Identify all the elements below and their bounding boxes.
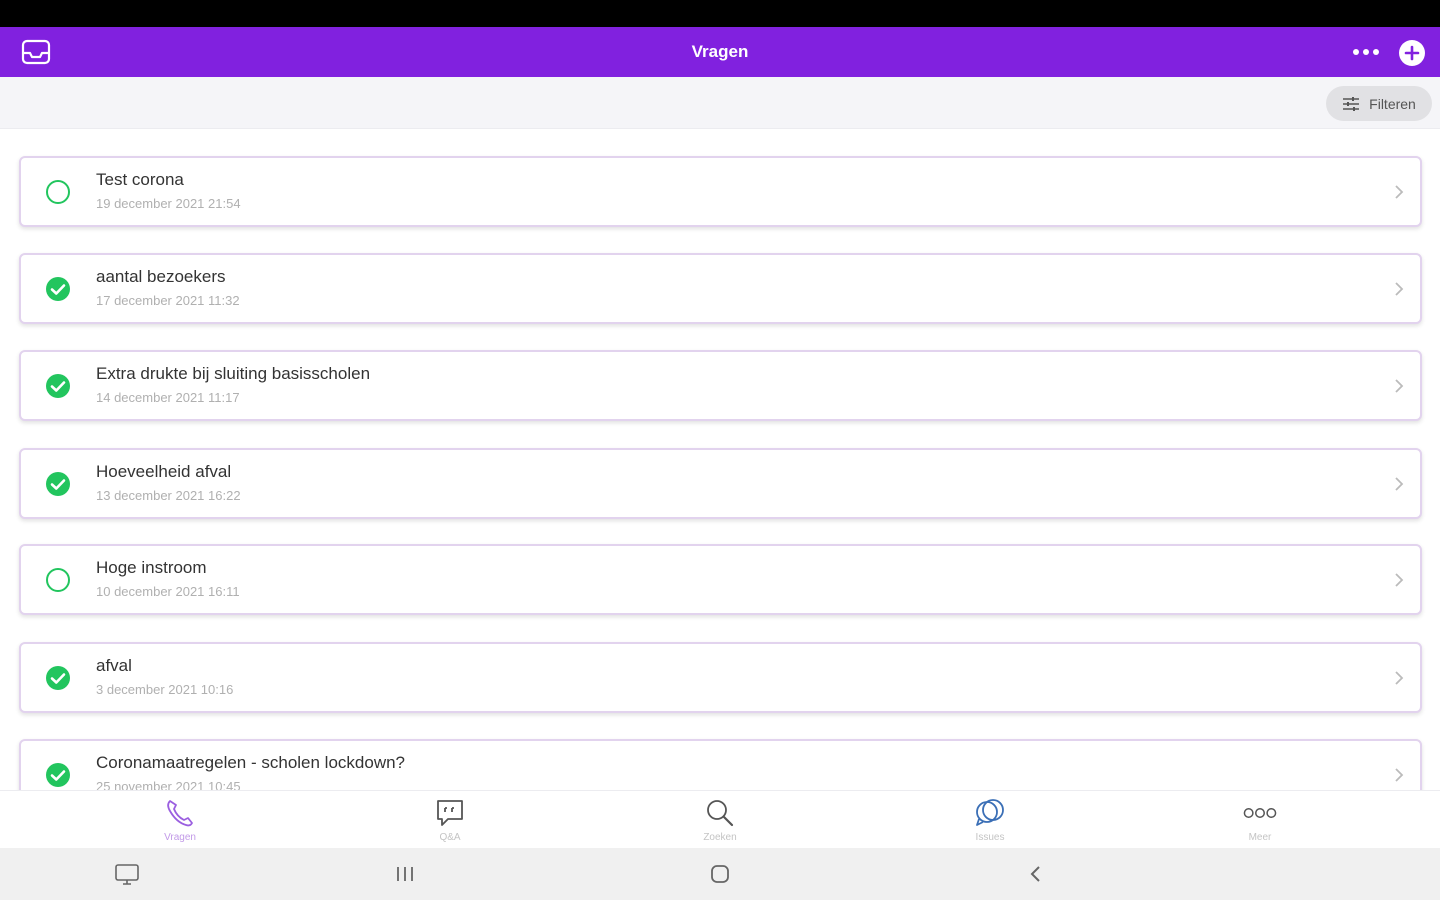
item-title: Extra drukte bij sluiting basisscholen bbox=[96, 364, 371, 383]
list-item[interactable]: Coronamaatregelen - scholen lockdown? 25… bbox=[19, 739, 1422, 790]
status-answered-icon bbox=[45, 762, 71, 788]
item-title: afval bbox=[96, 656, 132, 675]
bottom-tab-bar: Vragen Q&A Zoeken Issues Meer bbox=[0, 790, 1440, 848]
filter-label: Filteren bbox=[1369, 95, 1416, 112]
add-question-button[interactable] bbox=[1398, 39, 1426, 67]
status-answered-icon bbox=[45, 471, 71, 497]
tab-label: Meer bbox=[1248, 832, 1272, 843]
list-item[interactable]: Test corona 19 december 2021 21:54 bbox=[19, 156, 1422, 227]
tab-zoeken[interactable]: Zoeken bbox=[620, 791, 820, 849]
device-status-bar bbox=[0, 0, 1440, 27]
chevron-right-icon bbox=[1392, 281, 1406, 297]
sliders-icon bbox=[1343, 96, 1360, 111]
item-title: Test corona bbox=[96, 170, 184, 189]
item-date: 10 december 2021 16:11 bbox=[96, 584, 240, 599]
item-title: Coronamaatregelen - scholen lockdown? bbox=[96, 753, 406, 772]
list-item[interactable]: Extra drukte bij sluiting basisscholen 1… bbox=[19, 350, 1422, 421]
screenshot-icon[interactable] bbox=[112, 861, 142, 887]
home-icon[interactable] bbox=[705, 861, 735, 887]
chevron-right-icon bbox=[1392, 378, 1406, 394]
back-icon[interactable] bbox=[1021, 861, 1051, 887]
chevron-right-icon bbox=[1392, 767, 1406, 783]
status-answered-icon bbox=[45, 665, 71, 691]
tab-label: Zoeken bbox=[703, 832, 737, 843]
item-title: Hoeveelheid afval bbox=[96, 462, 232, 481]
list-item[interactable]: aantal bezoekers 17 december 2021 11:32 bbox=[19, 253, 1422, 324]
item-date: 13 december 2021 16:22 bbox=[96, 488, 241, 503]
tab-label: Issues bbox=[975, 832, 1005, 843]
list-item[interactable]: Hoeveelheid afval 13 december 2021 16:22 bbox=[19, 448, 1422, 519]
tab-label: Vragen bbox=[164, 832, 196, 843]
tab-qa[interactable]: Q&A bbox=[350, 791, 550, 849]
item-title: aantal bezoekers bbox=[96, 267, 226, 286]
tab-label: Q&A bbox=[439, 832, 461, 843]
list-item[interactable]: Hoge instroom 10 december 2021 16:11 bbox=[19, 544, 1422, 615]
item-date: 14 december 2021 11:17 bbox=[96, 390, 240, 405]
chevron-right-icon bbox=[1392, 572, 1406, 588]
list-item[interactable]: afval 3 december 2021 10:16 bbox=[19, 642, 1422, 713]
item-date: 19 december 2021 21:54 bbox=[96, 196, 241, 211]
tab-meer[interactable]: Meer bbox=[1160, 791, 1360, 849]
phone-icon bbox=[163, 796, 197, 830]
item-date: 25 november 2021 10:45 bbox=[96, 779, 241, 790]
qa-chat-icon bbox=[433, 796, 467, 830]
inbox-icon[interactable] bbox=[20, 38, 52, 66]
question-list: Test corona 19 december 2021 21:54 aanta… bbox=[0, 130, 1440, 790]
item-title: Hoge instroom bbox=[96, 558, 207, 577]
app-header: Vragen bbox=[0, 27, 1440, 77]
issues-chat-icon bbox=[973, 796, 1007, 830]
status-open-icon bbox=[45, 567, 71, 593]
status-open-icon bbox=[45, 179, 71, 205]
tab-vragen[interactable]: Vragen bbox=[80, 791, 280, 849]
system-navigation-bar bbox=[0, 848, 1440, 900]
chevron-right-icon bbox=[1392, 184, 1406, 200]
plus-circle-icon bbox=[1399, 40, 1425, 66]
search-icon bbox=[703, 796, 737, 830]
recent-apps-icon[interactable] bbox=[390, 861, 420, 887]
chevron-right-icon bbox=[1392, 476, 1406, 492]
more-dots-icon bbox=[1243, 796, 1277, 830]
tab-issues[interactable]: Issues bbox=[890, 791, 1090, 849]
filter-button[interactable]: Filteren bbox=[1326, 86, 1432, 121]
chevron-right-icon bbox=[1392, 670, 1406, 686]
page-title: Vragen bbox=[691, 42, 749, 61]
status-answered-icon bbox=[45, 373, 71, 399]
item-date: 3 december 2021 10:16 bbox=[96, 682, 234, 697]
item-date: 17 december 2021 11:32 bbox=[96, 293, 240, 308]
filter-bar: Filteren bbox=[0, 77, 1440, 129]
status-answered-icon bbox=[45, 276, 71, 302]
more-options-icon[interactable] bbox=[1348, 41, 1384, 63]
